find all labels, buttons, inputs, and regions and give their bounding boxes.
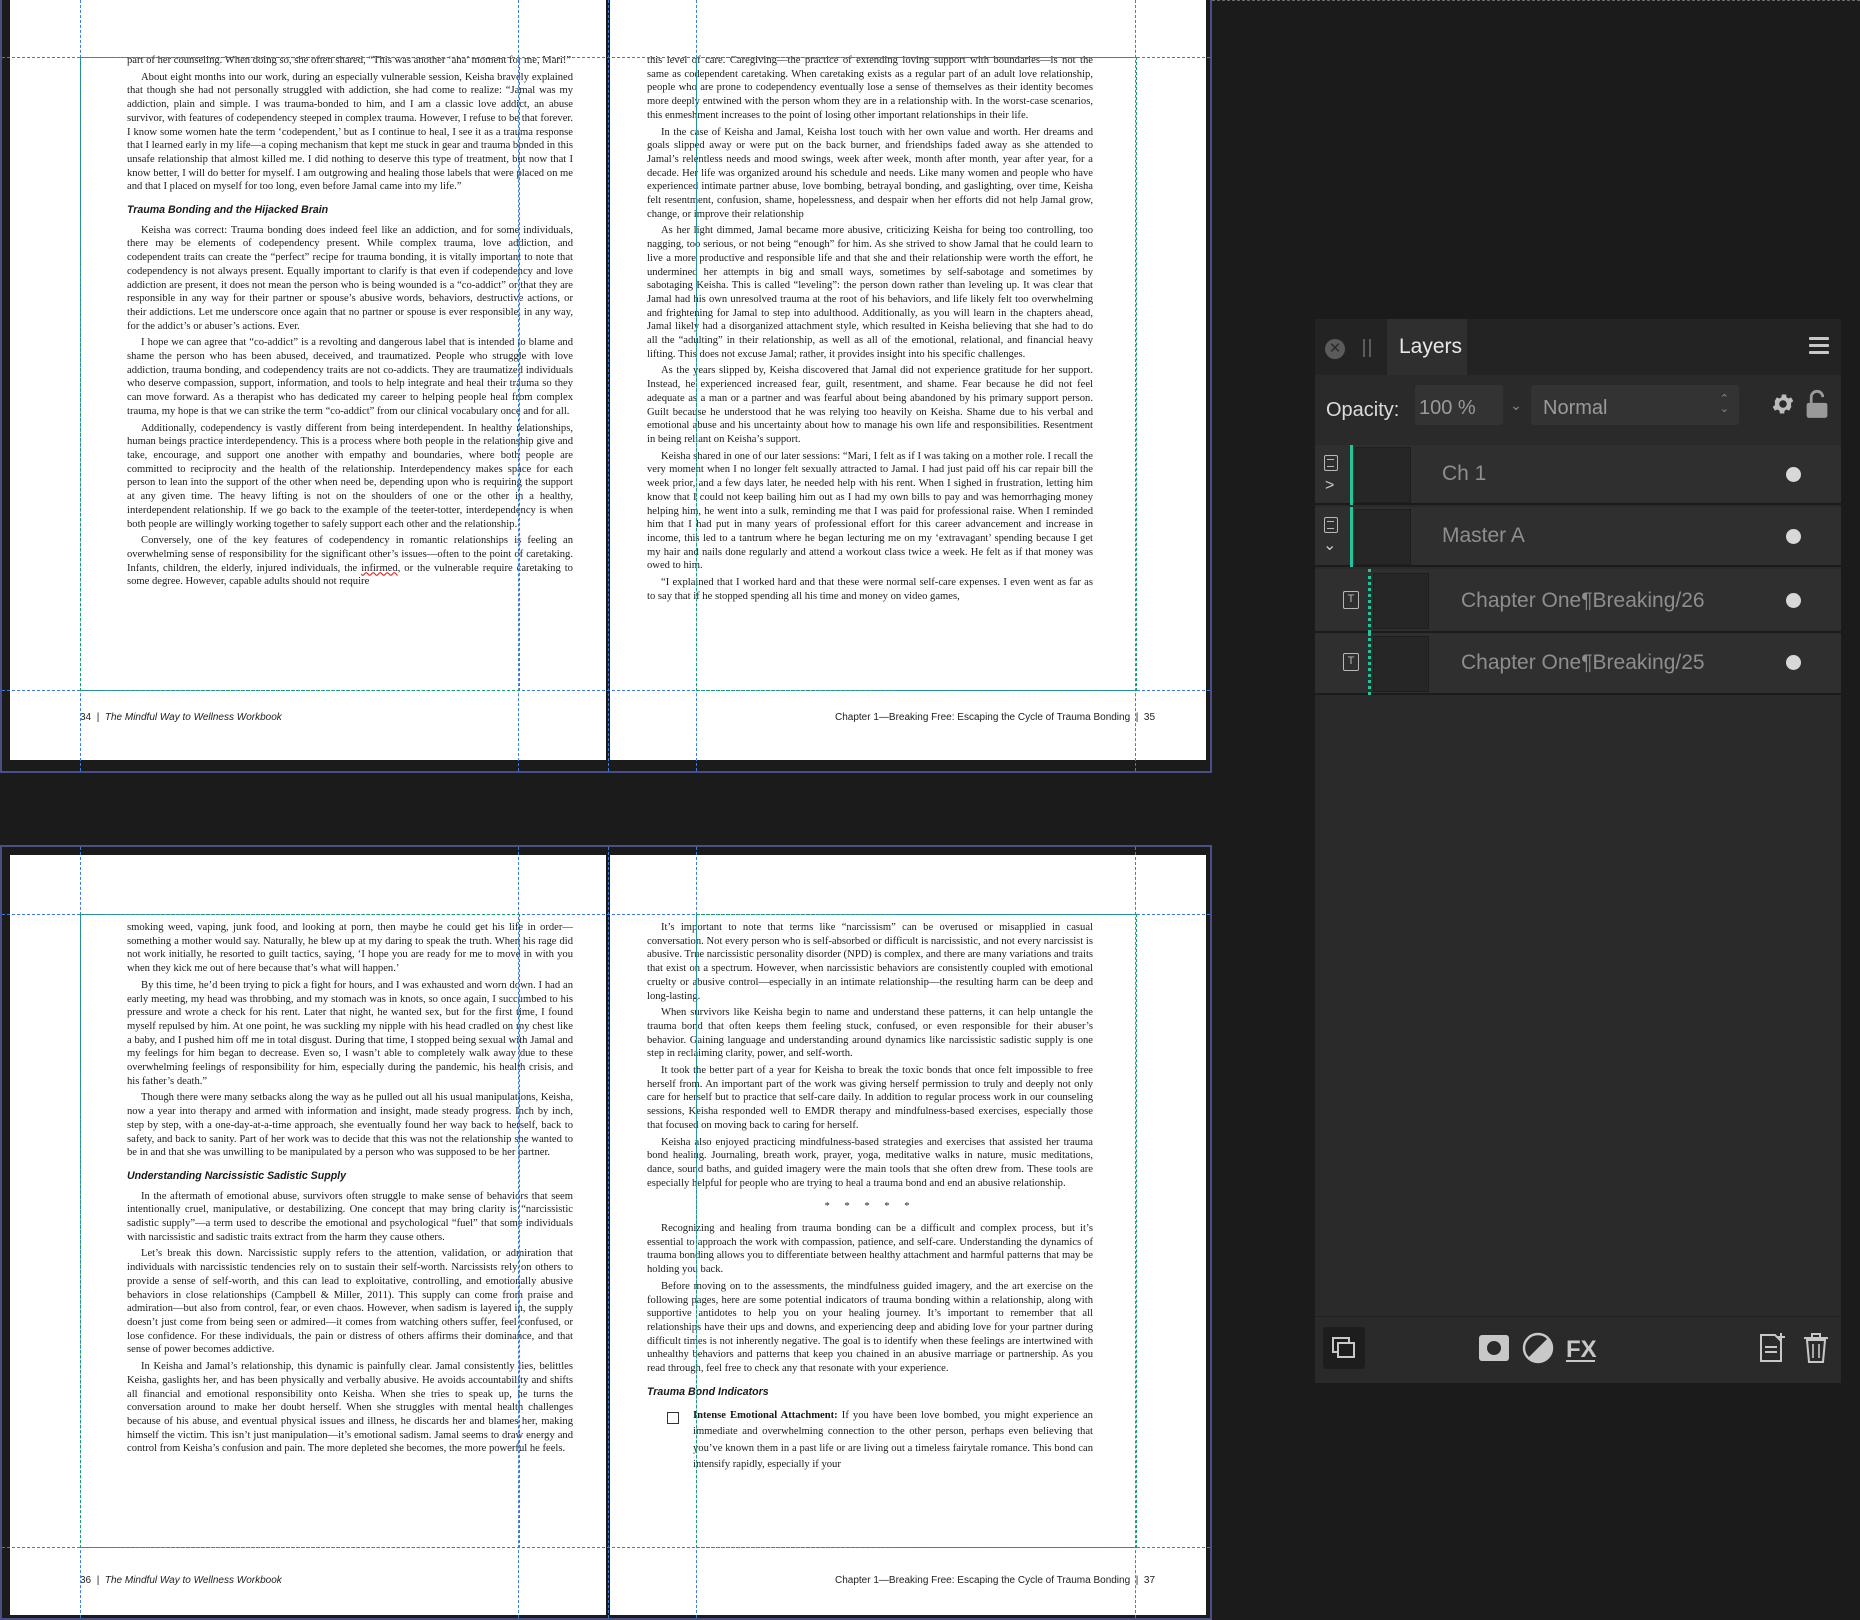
- layer-name[interactable]: Master A: [1442, 524, 1525, 548]
- opacity-row: Opacity: 100 % ⌄ Normal ⌃ ⌄: [1315, 375, 1841, 439]
- folio-right: Chapter 1—Breaking Free: Escaping the Cy…: [835, 712, 1156, 723]
- visibility-dot-icon[interactable]: [1786, 655, 1801, 670]
- layer-thumbnail: [1355, 447, 1411, 503]
- guide-vertical[interactable]: [608, 847, 609, 1618]
- blend-mode-select[interactable]: Normal ⌃ ⌄: [1531, 385, 1739, 425]
- chevron-right-icon[interactable]: >: [1325, 477, 1334, 495]
- opacity-label: Opacity:: [1326, 399, 1400, 421]
- spread-bottom: smoking weed, vaping, junk food, and loo…: [0, 845, 1212, 1620]
- layer-row-master-a[interactable]: ⌄ Master A: [1315, 507, 1841, 567]
- svg-text:FX: FX: [1566, 1336, 1597, 1363]
- layer-name[interactable]: Chapter One¶Breaking/25: [1461, 651, 1705, 675]
- margin-box: [696, 57, 1137, 691]
- layer-thumbnail: [1373, 636, 1429, 692]
- stepper-icon: ⌃ ⌄: [1719, 393, 1729, 415]
- gear-icon[interactable]: [1770, 391, 1796, 417]
- panel-footer: FX: [1315, 1316, 1841, 1383]
- folio-left: 36 | The Mindful Way to Wellness Workboo…: [80, 1575, 282, 1586]
- accent-bar: [1350, 507, 1353, 567]
- layer-row-text-frame-26[interactable]: T Chapter One¶Breaking/26: [1315, 569, 1841, 633]
- pasteboard-guide: [1212, 0, 1860, 1]
- close-icon[interactable]: ✕: [1325, 339, 1345, 359]
- text-frame-icon[interactable]: T: [1343, 591, 1359, 609]
- accent-bar: [1368, 633, 1371, 695]
- tab-layers[interactable]: Layers: [1387, 319, 1467, 375]
- folio-right: Chapter 1—Breaking Free: Escaping the Cy…: [835, 1575, 1156, 1586]
- opacity-field[interactable]: 100 %: [1415, 385, 1503, 425]
- accent-bar: [1368, 569, 1371, 633]
- layer-thumbnail: [1373, 573, 1429, 629]
- layers-stack-icon[interactable]: [1323, 1327, 1365, 1369]
- layer-row-ch1[interactable]: > Ch 1: [1315, 445, 1841, 505]
- adjustment-icon[interactable]: [1521, 1331, 1555, 1365]
- folio-left: 34 | The Mindful Way to Wellness Workboo…: [80, 712, 282, 723]
- add-layer-icon[interactable]: [1755, 1331, 1789, 1365]
- page-icon[interactable]: [1324, 517, 1338, 533]
- layers-panel: ✕ Layers Opacity: 100 % ⌄ Normal ⌃ ⌄ > Ch …: [1314, 318, 1842, 1384]
- grip-icon[interactable]: [1363, 339, 1371, 357]
- margin-box: [80, 914, 520, 1548]
- mask-icon[interactable]: [1477, 1331, 1511, 1365]
- visibility-dot-icon[interactable]: [1786, 593, 1801, 608]
- layer-name[interactable]: Ch 1: [1442, 462, 1486, 486]
- checkbox-icon[interactable]: [667, 1411, 679, 1424]
- margin-box: [696, 914, 1137, 1548]
- menu-icon[interactable]: [1809, 337, 1829, 355]
- accent-bar: [1350, 445, 1353, 505]
- chevron-down-icon[interactable]: ⌄: [1505, 385, 1527, 425]
- page-icon[interactable]: [1324, 455, 1338, 471]
- fx-icon[interactable]: FX: [1563, 1331, 1597, 1365]
- guide-vertical[interactable]: [608, 0, 609, 771]
- panel-header: ✕ Layers: [1315, 319, 1841, 375]
- layer-thumbnail: [1355, 509, 1411, 565]
- margin-box: [80, 57, 520, 691]
- spread-top: part of her counseling. When doing so, s…: [0, 0, 1212, 773]
- layer-name[interactable]: Chapter One¶Breaking/26: [1461, 589, 1705, 613]
- layer-row-text-frame-25[interactable]: T Chapter One¶Breaking/25: [1315, 633, 1841, 695]
- visibility-dot-icon[interactable]: [1786, 529, 1801, 544]
- text-frame-icon[interactable]: T: [1343, 653, 1359, 671]
- lock-icon[interactable]: [1805, 389, 1829, 419]
- chevron-down-icon[interactable]: ⌄: [1323, 535, 1336, 555]
- trash-icon[interactable]: [1799, 1331, 1833, 1365]
- visibility-dot-icon[interactable]: [1786, 467, 1801, 482]
